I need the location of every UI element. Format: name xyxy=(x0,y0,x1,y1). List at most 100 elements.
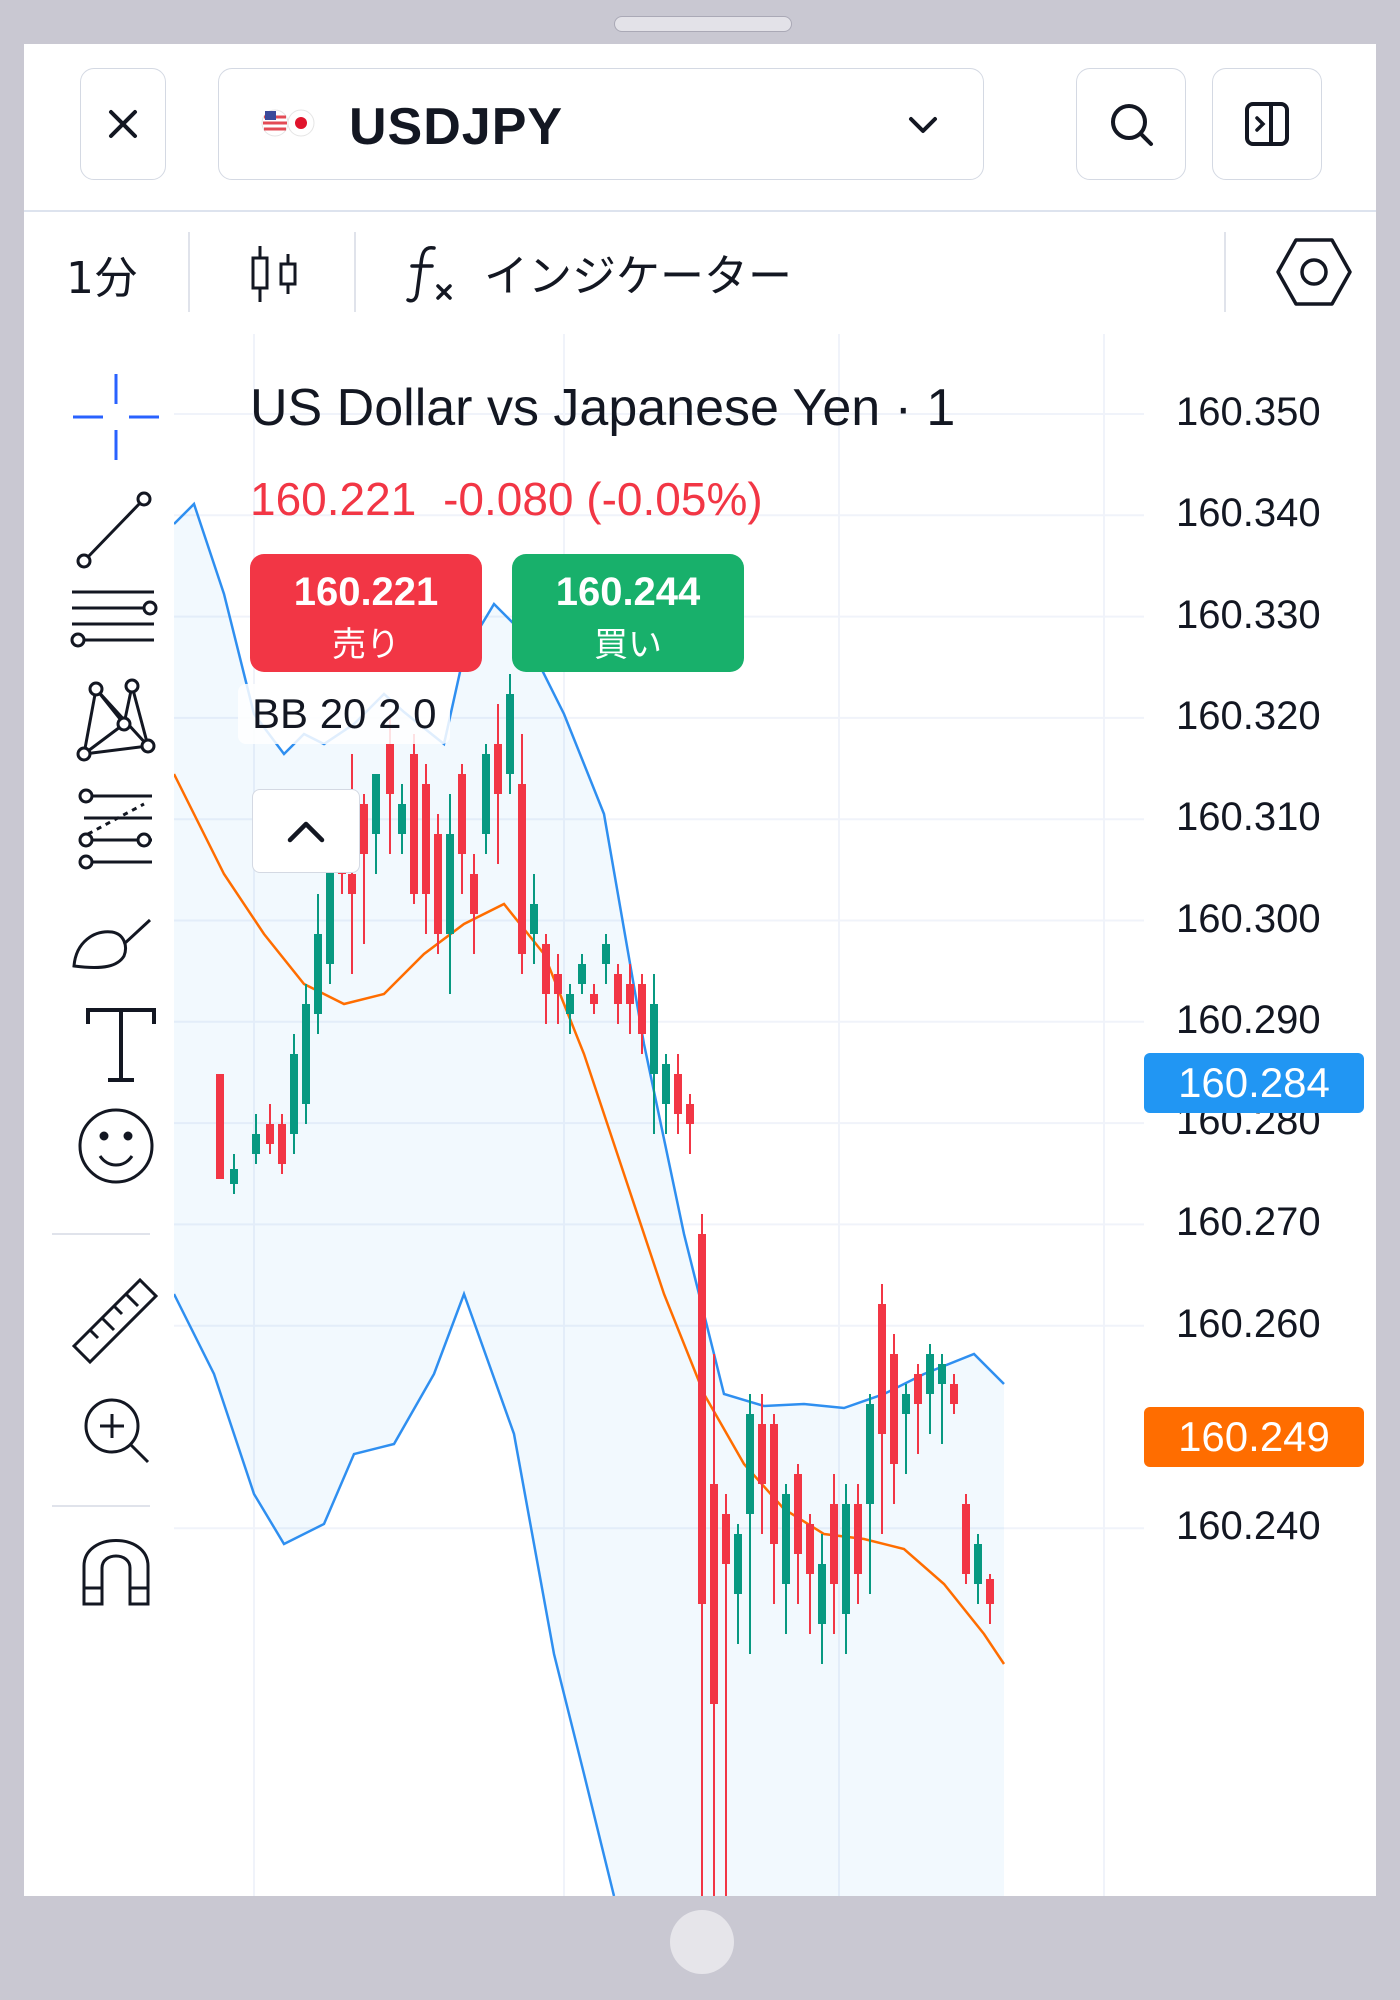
toolbar-divider xyxy=(354,232,356,312)
panel-toggle-button[interactable] xyxy=(1212,68,1322,180)
crosshair-icon[interactable] xyxy=(73,374,159,460)
home-button[interactable] xyxy=(670,1910,734,1974)
toolbar-divider xyxy=(188,232,190,312)
symbol-name: USDJPY xyxy=(349,98,564,156)
search-button[interactable] xyxy=(1076,68,1186,180)
magnet-icon[interactable] xyxy=(82,1539,150,1606)
candle-body xyxy=(434,834,442,934)
close-button[interactable] xyxy=(80,68,166,180)
chevron-up-icon xyxy=(287,821,325,843)
sell-button[interactable]: 160.221 売り xyxy=(250,554,482,672)
brush-icon[interactable] xyxy=(72,918,152,970)
candle-body xyxy=(506,694,514,774)
candle-body xyxy=(734,1534,742,1594)
close-icon xyxy=(109,110,137,138)
legend-collapse-button[interactable] xyxy=(252,789,360,873)
toolbar-divider xyxy=(1224,232,1226,312)
candle-body xyxy=(360,804,368,854)
pattern-icon[interactable] xyxy=(76,678,156,762)
price-axis-label: 160.240 xyxy=(1176,1504,1321,1549)
candlestick-icon xyxy=(251,246,297,302)
candle-body xyxy=(866,1404,874,1504)
buy-price: 160.244 xyxy=(555,570,701,614)
candle-body xyxy=(372,774,380,834)
candle-body xyxy=(722,1514,730,1564)
interval-selector[interactable]: 1分 xyxy=(66,242,138,306)
candle-body xyxy=(386,744,394,794)
candle-body xyxy=(914,1374,922,1404)
candle-body xyxy=(216,1074,224,1179)
candle-body xyxy=(614,974,622,1004)
symbol-selector[interactable]: USDJPY xyxy=(218,68,984,180)
fib-retracement-icon[interactable] xyxy=(78,788,152,870)
buy-button[interactable]: 160.244 買い xyxy=(512,554,744,672)
last-price-tag: 160.284 xyxy=(1144,1052,1364,1113)
candle-body xyxy=(806,1524,814,1574)
candle-body xyxy=(710,1484,718,1704)
chart-type-button[interactable] xyxy=(246,242,306,306)
candle-body xyxy=(950,1384,958,1404)
candle-body xyxy=(782,1494,790,1584)
buy-label: 買い xyxy=(594,626,662,664)
legend-price-change: 160.221 -0.080 (-0.05%) xyxy=(250,472,763,526)
candle-body xyxy=(698,1234,706,1604)
candle-body xyxy=(626,984,634,1004)
candle-body xyxy=(878,1304,886,1434)
candle-body xyxy=(410,754,418,894)
price-axis-label: 160.290 xyxy=(1176,997,1321,1042)
candle-body xyxy=(842,1504,850,1614)
candle-body xyxy=(926,1354,934,1394)
drawing-tools-svg xyxy=(52,374,159,1606)
candle-body xyxy=(566,994,574,1014)
candle-body xyxy=(590,994,598,1004)
candle-body xyxy=(578,964,586,984)
candle-body xyxy=(290,1054,298,1134)
indicators-button[interactable]: インジケーター xyxy=(404,232,864,312)
candle-body xyxy=(530,904,538,934)
price-axis-label: 160.310 xyxy=(1176,795,1321,840)
drawing-toolbar xyxy=(24,334,174,1896)
price-axis-label: 160.320 xyxy=(1176,693,1321,738)
candle-body xyxy=(494,744,502,794)
trend-line-icon[interactable] xyxy=(76,491,152,569)
search-icon xyxy=(1111,104,1153,146)
device-frame: USDJPY 1分 インジケーター US Dollar vs Japanese … xyxy=(0,0,1400,2000)
candle-body xyxy=(890,1354,898,1464)
emoji-icon[interactable] xyxy=(78,1108,154,1184)
candle-body xyxy=(830,1504,838,1584)
ruler-icon[interactable] xyxy=(71,1277,159,1365)
settings-hex-icon xyxy=(1276,238,1352,306)
sell-price: 160.221 xyxy=(293,570,439,614)
candle-body xyxy=(758,1424,766,1484)
candle-body xyxy=(962,1504,970,1574)
candle-body xyxy=(542,944,550,994)
app-screen: USDJPY 1分 インジケーター US Dollar vs Japanese … xyxy=(24,44,1376,1896)
sell-label: 売り xyxy=(332,626,400,664)
price-axis-label: 160.340 xyxy=(1176,491,1321,536)
us-jp-flag-icon xyxy=(261,109,315,137)
zoom-in-icon[interactable] xyxy=(84,1398,150,1464)
candle-body xyxy=(638,984,646,1034)
bb-basis-price-tag: 160.249 xyxy=(1144,1407,1364,1468)
candle-body xyxy=(974,1544,982,1584)
candle-body xyxy=(746,1414,754,1514)
price-axis-label: 160.350 xyxy=(1176,390,1321,434)
settings-button[interactable] xyxy=(1274,234,1354,310)
legend-last-price: 160.221 xyxy=(250,473,417,525)
candle-body xyxy=(278,1124,286,1164)
candle-body xyxy=(986,1579,994,1604)
panel-toggle-icon xyxy=(1245,102,1289,146)
indicator-legend[interactable]: BB 20 2 0 xyxy=(238,684,451,744)
candle-body xyxy=(446,834,454,934)
candle-body xyxy=(854,1504,862,1574)
symbol-legend-title: US Dollar vs Japanese Yen · 1 xyxy=(250,379,956,437)
top-bar: USDJPY xyxy=(24,44,1376,212)
candle-body xyxy=(938,1364,946,1384)
candle-body xyxy=(470,874,478,914)
horizontal-lines-icon[interactable] xyxy=(70,590,158,648)
candle-body xyxy=(650,1004,658,1074)
candle-body xyxy=(398,804,406,834)
candle-body xyxy=(518,784,526,954)
candle-body xyxy=(230,1169,238,1184)
text-icon[interactable] xyxy=(86,1008,156,1082)
